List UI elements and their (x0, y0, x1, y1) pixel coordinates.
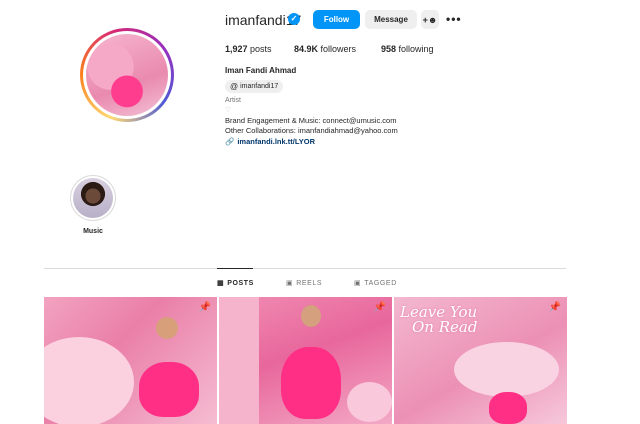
profile-link[interactable]: 🔗 imanfandi.lnk.tt/LYOR (225, 137, 315, 146)
highlight-label: Music (83, 228, 103, 235)
reels-icon: ▣ (286, 280, 294, 287)
post-wall-panel (219, 297, 259, 424)
post-tile[interactable]: 📌 (219, 297, 392, 424)
post-dress-shape (489, 392, 527, 424)
bio-line-1: Brand Engagement & Music: connect@umusic… (225, 116, 397, 125)
tab-posts[interactable]: ▦ POSTS (217, 279, 254, 288)
posts-count: 1,927 (225, 44, 248, 54)
avatar-image (86, 34, 168, 116)
bio-line-2: Other Collaborations: imanfandiahmad@yah… (225, 126, 398, 135)
post-dress-shape (281, 347, 341, 419)
tab-reels[interactable]: ▣ REELS (286, 279, 323, 288)
link-icon: 🔗 (225, 137, 235, 146)
following-label: following (398, 44, 434, 54)
threads-badge[interactable]: @ imanfandi17 (225, 80, 284, 93)
pin-icon: 📌 (548, 302, 561, 313)
grid-icon: ▦ (217, 280, 225, 287)
highlight-image (73, 178, 113, 218)
heart-icon: ♡ (225, 107, 232, 114)
post-tile[interactable]: 📌 (44, 297, 217, 424)
post-dress-shape (139, 362, 199, 417)
tabs-divider (44, 268, 566, 269)
post-bow-shape (454, 342, 559, 397)
following-count: 958 (381, 44, 397, 54)
more-options-icon[interactable]: ••• (446, 12, 462, 26)
full-name: Iman Fandi Ahmad (225, 66, 297, 75)
post-bow-shape (44, 337, 134, 424)
overlay-line-2: On Read (412, 318, 478, 336)
followers-count: 84.9K (294, 44, 319, 54)
followers-stat[interactable]: 84.9K followers (294, 44, 356, 54)
posts-label: posts (250, 44, 272, 54)
tab-tagged-label: TAGGED (364, 279, 397, 287)
highlight-music[interactable] (70, 175, 116, 221)
following-stat[interactable]: 958 following (381, 44, 434, 54)
tab-tagged[interactable]: ▣ TAGGED (354, 279, 397, 288)
active-tab-indicator (217, 268, 253, 269)
followers-label: followers (320, 44, 357, 54)
post-overlay-text: Leave You On Read (400, 305, 477, 335)
posts-stat: 1,927 posts (225, 44, 272, 54)
suggest-user-icon[interactable]: +☻ (421, 10, 439, 29)
verified-badge-icon: ✓ (288, 13, 300, 25)
tab-reels-label: REELS (296, 279, 323, 287)
pin-icon: 📌 (198, 302, 211, 313)
post-figure-head (156, 317, 178, 339)
follow-button[interactable]: Follow (313, 10, 360, 29)
category-label: Artist (225, 97, 241, 104)
post-bow-shape (347, 382, 392, 422)
avatar-inner (83, 31, 171, 119)
post-tile[interactable]: Leave You On Read 📌 (394, 297, 567, 424)
profile-avatar[interactable] (80, 28, 174, 122)
message-button[interactable]: Message (365, 10, 417, 29)
post-figure-head (301, 305, 321, 327)
profile-link-text[interactable]: imanfandi.lnk.tt/LYOR (237, 137, 315, 146)
threads-icon: @ (230, 82, 239, 91)
threads-handle: imanfandi17 (240, 83, 279, 90)
tagged-icon: ▣ (354, 280, 362, 287)
pin-icon: 📌 (373, 302, 386, 313)
tab-posts-label: POSTS (227, 279, 254, 287)
